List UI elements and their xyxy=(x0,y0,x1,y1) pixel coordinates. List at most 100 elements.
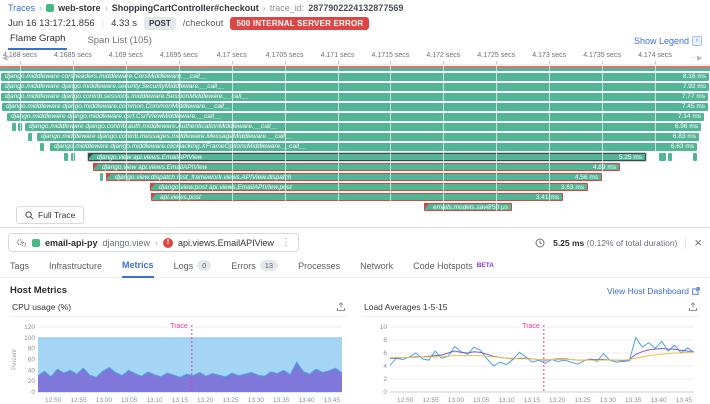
show-legend-button[interactable]: Show Legend ‹ xyxy=(634,36,702,46)
axis-tick-mark xyxy=(496,61,497,64)
svg-text:13:30: 13:30 xyxy=(600,397,617,404)
detail-tab-code-hotspots[interactable]: Code HotspotsBETA xyxy=(413,261,494,277)
axis-tick-mark xyxy=(73,61,74,64)
span-error-icon: ! xyxy=(163,238,173,248)
flame-span-duration: 7.45 ms xyxy=(682,103,705,111)
span-error-flag-icon xyxy=(88,153,94,159)
flame-span-fragment[interactable] xyxy=(668,153,672,161)
flame-span-fragment[interactable] xyxy=(28,133,32,141)
show-legend-label: Show Legend xyxy=(634,36,689,46)
flame-span-bar[interactable]: django.view api.views.EmailAPIView5.25 m… xyxy=(88,153,646,161)
svg-text:13:15: 13:15 xyxy=(172,397,189,404)
svg-text:13:35: 13:35 xyxy=(625,397,642,404)
flame-span-fragment[interactable] xyxy=(64,153,68,161)
load-averages-chart-card: Load Averages 1-5-15 024681012:5012:5513… xyxy=(362,300,700,404)
export-icon[interactable] xyxy=(336,302,346,312)
flame-span-bar[interactable]: django.view.post api.views.EmailAPIView.… xyxy=(150,183,588,191)
breadcrumb: Traces › web-store › ShoppingCartControl… xyxy=(0,0,710,13)
flame-span-bar[interactable]: api.views.post3.41 ms xyxy=(151,193,563,201)
flame-span-bar[interactable]: django.middleware django.middleware.comm… xyxy=(2,103,708,111)
host-metrics-charts: CPU usage (%) 020406080100120Percent12:5… xyxy=(0,300,710,404)
flame-span-bar[interactable]: django.view api.views.EmailAPIView4.89 m… xyxy=(93,163,620,171)
flame-span-duration: 7.92 ms xyxy=(683,83,706,91)
export-icon[interactable] xyxy=(688,302,698,312)
svg-text:10: 10 xyxy=(380,324,388,331)
axis-tick-label: 4.173 secs xyxy=(532,52,566,59)
span-resource: api.views.EmailAPIView xyxy=(178,238,274,248)
flame-span-fragment[interactable] xyxy=(693,153,697,161)
flame-span-bar[interactable]: django.middleware django.contrib.auth.mi… xyxy=(25,123,701,131)
axis-tick-label: 4.1725 secs xyxy=(477,52,515,59)
svg-text:20: 20 xyxy=(28,378,36,385)
legend-icon: ‹ xyxy=(692,36,702,46)
axis-tick-label: 4.1685 secs xyxy=(54,52,92,59)
http-method-badge: POST xyxy=(144,17,176,30)
span-duration-note: (0.12% of total duration) xyxy=(587,238,678,248)
trace-duration: 4.33 s xyxy=(111,18,137,29)
svg-text:13:00: 13:00 xyxy=(448,397,465,404)
breadcrumb-service[interactable]: web-store xyxy=(58,3,101,13)
axis-tick-mark xyxy=(390,61,391,64)
flame-span-bar[interactable]: django.middleware django.contrib.session… xyxy=(1,93,708,101)
svg-text:13:40: 13:40 xyxy=(298,397,315,404)
breadcrumb-traces[interactable]: Traces xyxy=(8,3,35,13)
detail-tab-processes[interactable]: Processes xyxy=(298,261,340,277)
span-chip[interactable]: email-api-py django.view › ! api.views.E… xyxy=(8,233,299,252)
detail-tab-infrastructure[interactable]: Infrastructure xyxy=(49,261,102,277)
detail-tab-tags[interactable]: Tags xyxy=(10,261,29,277)
flame-span-bar[interactable]: django.view.dispatch rest_framework.view… xyxy=(106,173,602,181)
axis-tick-label: 4.17 secs xyxy=(217,52,247,59)
breadcrumb-separator: › xyxy=(263,3,266,13)
tab-span-list[interactable]: Span List (105) xyxy=(85,35,153,50)
divider: | xyxy=(102,18,104,29)
flame-span-bar[interactable]: django.middleware corsheaders.middleware… xyxy=(1,73,709,81)
flame-span-fragment[interactable] xyxy=(71,153,75,161)
span-error-flag-icon xyxy=(424,203,430,209)
tab-flame-graph[interactable]: Flame Graph xyxy=(8,33,67,50)
detail-tab-network[interactable]: Network xyxy=(360,261,393,277)
axis-scroll-hint[interactable]: ◀ ⋯ xyxy=(2,54,13,62)
detail-tab-label: Infrastructure xyxy=(49,261,102,271)
detail-tab-errors[interactable]: Errors13 xyxy=(231,260,278,277)
trace-summary: Jun 16 13:17:21.856 | 4.33 s POST /check… xyxy=(0,13,710,30)
axis-tick-label: 4.174 secs xyxy=(638,52,672,59)
span-menu-icon[interactable]: ⋮ xyxy=(281,237,291,248)
view-host-dashboard-link[interactable]: View Host Dashboard xyxy=(607,286,700,296)
detail-tab-logs[interactable]: Logs0 xyxy=(174,260,212,277)
clock-icon xyxy=(535,238,545,248)
axis-tick-label: 4.1695 secs xyxy=(160,52,198,59)
flame-span-fragment[interactable] xyxy=(18,123,22,131)
http-status-badge: 500 INTERNAL SERVER ERROR xyxy=(230,17,369,30)
cpu-chart-title: CPU usage (%) xyxy=(12,302,71,312)
detail-tab-label: Processes xyxy=(298,261,340,271)
flame-span-bar[interactable]: django.middleware django.middleware.clic… xyxy=(50,143,697,151)
trace-id-value: 2877902224132877569 xyxy=(308,3,403,13)
axis-scroll-hint[interactable]: ⋯ ▶ xyxy=(690,54,701,62)
cpu-usage-chart[interactable]: 020406080100120Percent12:5012:5513:0013:… xyxy=(10,317,348,404)
flame-span-fragment[interactable] xyxy=(659,153,666,161)
flame-span-fragment[interactable] xyxy=(40,143,44,151)
flame-span-fragment[interactable] xyxy=(100,173,103,181)
axis-tick-label: 4.171 secs xyxy=(321,52,355,59)
flame-span-fragment[interactable] xyxy=(12,123,16,131)
flame-span-label: django.middleware django.middleware.secu… xyxy=(5,83,224,91)
cpu-usage-chart-card: CPU usage (%) 020406080100120Percent12:5… xyxy=(10,300,348,404)
breadcrumb-resource[interactable]: ShoppingCartController#checkout xyxy=(112,3,259,13)
svg-text:12:55: 12:55 xyxy=(422,397,439,404)
flame-span-bar[interactable]: django.middleware django.middleware.secu… xyxy=(1,83,709,91)
flame-span-duration: 3.41 ms xyxy=(536,194,559,202)
span-error-flag-icon xyxy=(93,163,99,169)
close-icon[interactable]: × xyxy=(694,237,702,249)
svg-text:13:05: 13:05 xyxy=(121,397,138,404)
svg-text:13:30: 13:30 xyxy=(248,397,265,404)
flame-span-bar[interactable]: emails.models.save750 μs xyxy=(424,203,512,211)
flame-span-bar[interactable]: django.middleware django.middleware.csrf… xyxy=(7,113,704,121)
time-axis[interactable]: 4.168 secs4.1685 secs4.169 secs4.1695 se… xyxy=(0,51,710,65)
flame-span-bar[interactable]: django.middleware django.contrib.message… xyxy=(37,133,699,141)
flame-span-duration: 750 μs xyxy=(488,204,508,212)
full-trace-button[interactable]: Full Trace xyxy=(16,206,84,224)
load-averages-chart[interactable]: 024681012:5012:5513:0013:0513:1013:1513:… xyxy=(362,317,700,404)
detail-tab-metrics[interactable]: Metrics xyxy=(122,260,154,278)
flame-root-span[interactable] xyxy=(0,66,710,71)
axis-tick-mark xyxy=(443,61,444,64)
